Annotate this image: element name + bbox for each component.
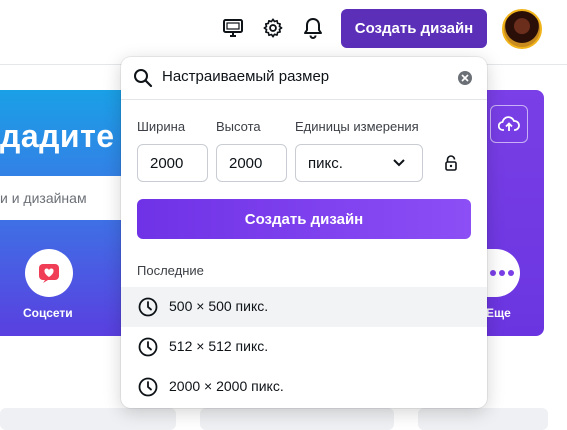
recent-item-label: 2000 × 2000 пикс. [169,378,284,394]
units-label: Единицы измерения [295,119,419,134]
height-input[interactable]: 2000 [216,144,287,182]
create-design-button[interactable]: Создать дизайн [341,9,487,48]
category-social-label: Соцсети [23,306,73,320]
width-label: Ширина [137,119,186,134]
template-card[interactable] [418,408,548,430]
avatar[interactable] [502,9,542,49]
width-input[interactable]: 2000 [137,144,208,182]
lock-icon[interactable] [443,154,459,172]
height-label: Высота [216,119,261,134]
units-select-value: пикс. [308,154,343,172]
hero-title: дадите [0,118,115,154]
clock-icon [138,377,158,397]
clock-icon [138,297,158,317]
recent-item-label: 512 × 512 пикс. [169,338,269,354]
heart-icon [39,264,59,283]
bell-icon[interactable] [301,16,325,40]
search-icon [134,69,153,88]
clock-icon [138,337,158,357]
create-design-submit-button[interactable]: Создать дизайн [137,199,471,239]
desktop-icon[interactable] [221,16,245,40]
recent-item-label: 500 × 500 пикс. [169,298,269,314]
close-icon [461,74,469,82]
chevron-down-icon [393,159,405,167]
upload-button[interactable] [490,105,528,143]
units-select[interactable]: пикс. [295,144,423,182]
custom-size-popup: Настраиваемый размер Ширина Высота Едини… [121,57,487,408]
template-card[interactable] [0,408,176,430]
recent-label: Последние [137,263,204,278]
hero-search-placeholder: и и дизайнам [0,190,87,206]
cloud-upload-icon [498,116,520,131]
recent-item[interactable]: 512 × 512 пикс. [121,327,487,367]
recent-item[interactable]: 500 × 500 пикс. [121,287,487,327]
category-more-label: Еще [486,306,511,320]
more-icon [490,270,514,276]
size-search-field[interactable]: Настраиваемый размер [121,57,487,100]
size-search-input[interactable]: Настраиваемый размер [162,68,329,85]
clear-search-button[interactable] [458,71,472,85]
gear-icon[interactable] [261,16,285,40]
template-card[interactable] [200,408,394,430]
category-social-button[interactable] [25,249,73,297]
recent-item[interactable]: 2000 × 2000 пикс. [121,367,487,407]
